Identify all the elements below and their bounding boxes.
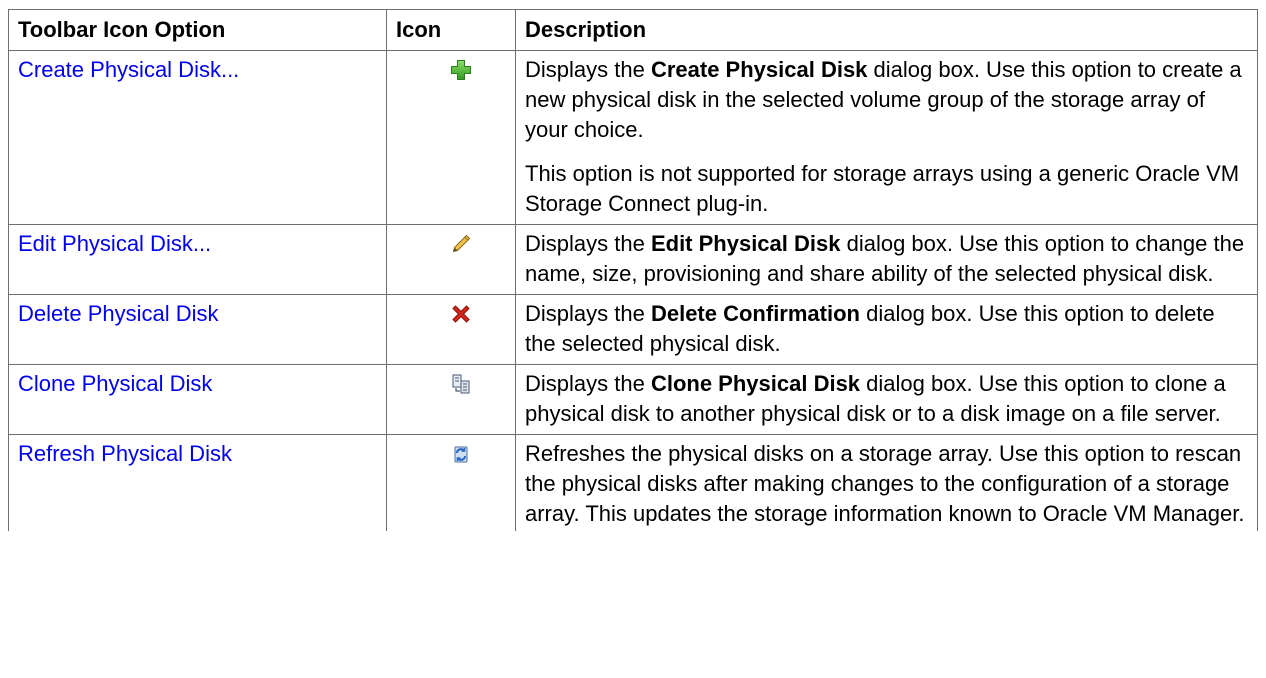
option-cell: Clone Physical Disk: [8, 364, 387, 435]
dialog-name: Create Physical Disk: [650, 57, 868, 82]
description-text: Displays the Delete Confirmation dialog …: [525, 301, 1215, 356]
delete-x-icon: [449, 302, 473, 326]
table-row: Clone Physical Disk Displays the Clone P…: [8, 364, 1258, 435]
dialog-name: Edit Physical Disk: [650, 231, 841, 256]
description-cell: Displays the Clone Physical Disk dialog …: [515, 364, 1258, 435]
create-physical-disk-link[interactable]: Create Physical Disk...: [18, 57, 239, 82]
table-row: Refresh Physical Disk Refreshes the phys…: [8, 434, 1258, 531]
description-cell: Displays the Edit Physical Disk dialog b…: [515, 224, 1258, 295]
description-text: Refreshes the physical disks on a storag…: [525, 441, 1245, 526]
option-cell: Refresh Physical Disk: [8, 434, 387, 531]
description-text: Displays the Create Physical Disk dialog…: [525, 57, 1242, 142]
dialog-name: Delete Confirmation: [650, 301, 860, 326]
toolbar-options-table: Toolbar Icon Option Icon Description Cre…: [8, 9, 1258, 531]
header-description: Description: [515, 9, 1258, 51]
icon-cell: [386, 294, 516, 365]
option-cell: Edit Physical Disk...: [8, 224, 387, 295]
header-toolbar-icon-option: Toolbar Icon Option: [8, 9, 387, 51]
table-row: Edit Physical Disk... Displays the Edit …: [8, 224, 1258, 295]
delete-physical-disk-link[interactable]: Delete Physical Disk: [18, 301, 219, 326]
support-note: This option is not supported for storage…: [525, 161, 1240, 216]
edit-physical-disk-link[interactable]: Edit Physical Disk...: [18, 231, 211, 256]
refresh-icon: [449, 442, 473, 466]
icon-cell: [386, 224, 516, 295]
clone-physical-disk-link[interactable]: Clone Physical Disk: [18, 371, 212, 396]
option-cell: Delete Physical Disk: [8, 294, 387, 365]
add-plus-icon: [449, 58, 473, 82]
table-header-row: Toolbar Icon Option Icon Description: [8, 9, 1258, 51]
description-cell: Displays the Create Physical Disk dialog…: [515, 50, 1258, 225]
description-cell: Refreshes the physical disks on a storag…: [515, 434, 1258, 531]
description-text: Displays the Clone Physical Disk dialog …: [525, 371, 1226, 426]
refresh-physical-disk-link[interactable]: Refresh Physical Disk: [18, 441, 232, 466]
description-cell: Displays the Delete Confirmation dialog …: [515, 294, 1258, 365]
table-row: Create Physical Disk... Displays the Cre…: [8, 50, 1258, 225]
icon-cell: [386, 434, 516, 531]
option-cell: Create Physical Disk...: [8, 50, 387, 225]
clone-disk-icon: [449, 372, 473, 396]
header-icon: Icon: [386, 9, 516, 51]
icon-cell: [386, 50, 516, 225]
icon-cell: [386, 364, 516, 435]
description-text: Displays the Edit Physical Disk dialog b…: [525, 231, 1245, 286]
dialog-name: Clone Physical Disk: [650, 371, 861, 396]
pencil-edit-icon: [449, 232, 473, 256]
table-row: Delete Physical Disk Displays the Delete…: [8, 294, 1258, 365]
